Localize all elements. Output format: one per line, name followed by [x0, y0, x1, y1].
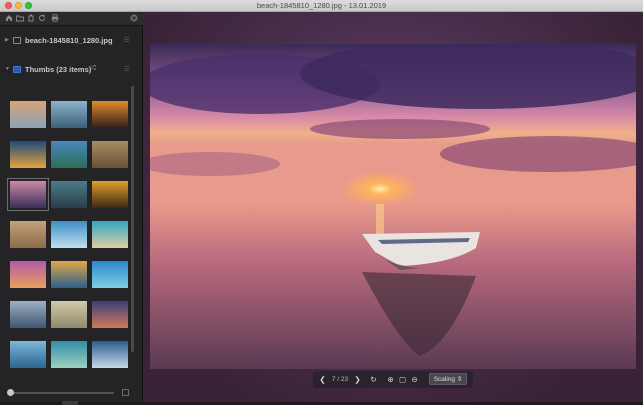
thumbnail-coast-village[interactable] — [92, 141, 128, 168]
slider-knob[interactable] — [7, 389, 14, 396]
image-file-icon — [13, 37, 21, 44]
section-menu-icon[interactable]: ☰ — [124, 65, 130, 73]
close-icon[interactable] — [130, 14, 138, 22]
viewer-controls: ❮ 7 / 23 ❯ ↻ ⊕ ▢ ⊖ Scaling ⇕ — [313, 371, 473, 388]
thumbnails-icon — [13, 66, 21, 73]
thumbnail-beach-clouds[interactable] — [51, 101, 87, 128]
thumbnail-scrollbar[interactable] — [131, 86, 134, 352]
thumbnail-palm-beach[interactable] — [51, 141, 87, 168]
file-section-label: beach-1845810_1280.jpg — [25, 36, 113, 45]
thumbnail-shell-sand[interactable] — [51, 301, 87, 328]
rotate-icon[interactable]: ↻ — [369, 373, 378, 386]
thumbnail-reef-aerial[interactable] — [51, 341, 87, 368]
file-section-header[interactable]: ▶ beach-1845810_1280.jpg ☰ — [0, 33, 143, 49]
window-title: beach-1845810_1280.jpg - 13.01.2019 — [256, 1, 387, 10]
thumbnail-dusk-shore[interactable] — [92, 301, 128, 328]
trash-icon[interactable] — [27, 14, 35, 22]
thumbnail-aerial-coast[interactable] — [51, 261, 87, 288]
thumbnail-purple-sunset[interactable] — [10, 261, 46, 288]
thumbs-section-header[interactable]: ▼ Thumbs (23 items) ⤮ ☰ — [0, 62, 143, 78]
sidebar-bottom-bar — [0, 375, 143, 405]
section-menu-icon[interactable]: ☰ — [124, 36, 130, 44]
sidebar-toolbar — [0, 12, 143, 26]
thumbnail-sunrise-sky[interactable] — [10, 101, 46, 128]
refresh-icon[interactable] — [38, 14, 46, 22]
shuffle-icon[interactable]: ⤮ — [90, 65, 96, 73]
thumbnail-breaking-wave[interactable] — [10, 341, 46, 368]
thumbnail-wave-blue[interactable] — [51, 221, 87, 248]
thumbnail-rock-sunset[interactable] — [92, 101, 128, 128]
title-bar: beach-1845810_1280.jpg - 13.01.2019 — [0, 0, 643, 12]
thumb-size-slider[interactable] — [10, 392, 114, 394]
home-icon[interactable] — [5, 14, 13, 22]
sidebar: ▶ beach-1845810_1280.jpg ☰ ▼ Thumbs (23 … — [0, 12, 143, 405]
thumbnail-ocean-sunset[interactable] — [10, 141, 46, 168]
fit-icon[interactable]: ▢ — [398, 373, 407, 386]
zoom-out-icon[interactable]: ⊖ — [410, 373, 419, 386]
thumbnail-foam-shore[interactable] — [92, 341, 128, 368]
thumbnail-boat-sunset[interactable] — [7, 178, 49, 211]
thumbnail-golden-palm[interactable] — [92, 181, 128, 208]
chevron-right-icon[interactable]: ❯ — [353, 373, 362, 386]
zoom-in-icon[interactable]: ⊕ — [386, 373, 395, 386]
thumbnail-grid — [7, 86, 129, 370]
grid-view-icon[interactable] — [122, 389, 129, 396]
thumbnail-aerial-beach[interactable] — [92, 221, 128, 248]
main-photo — [150, 44, 636, 369]
thumbs-section-label: Thumbs (23 items) — [25, 65, 92, 74]
folder-icon[interactable] — [16, 14, 24, 22]
print-icon[interactable] — [51, 14, 59, 22]
disclosure-arrow-icon[interactable]: ▼ — [5, 66, 10, 72]
thumbnail-turquoise-bay[interactable] — [92, 261, 128, 288]
disclosure-arrow-icon[interactable]: ▶ — [5, 37, 9, 43]
thumbnail-pier-dusk[interactable] — [51, 181, 87, 208]
page-indicator: 7 / 23 — [331, 376, 349, 383]
thumbnail-sand-texture[interactable] — [10, 221, 46, 248]
chevron-left-icon[interactable]: ❮ — [318, 373, 327, 386]
image-viewer: ❮ 7 / 23 ❯ ↻ ⊕ ▢ ⊖ Scaling ⇕ — [143, 12, 643, 402]
thumbnail-surf-waves[interactable] — [10, 301, 46, 328]
scaling-select[interactable]: Scaling ⇕ — [429, 373, 467, 385]
